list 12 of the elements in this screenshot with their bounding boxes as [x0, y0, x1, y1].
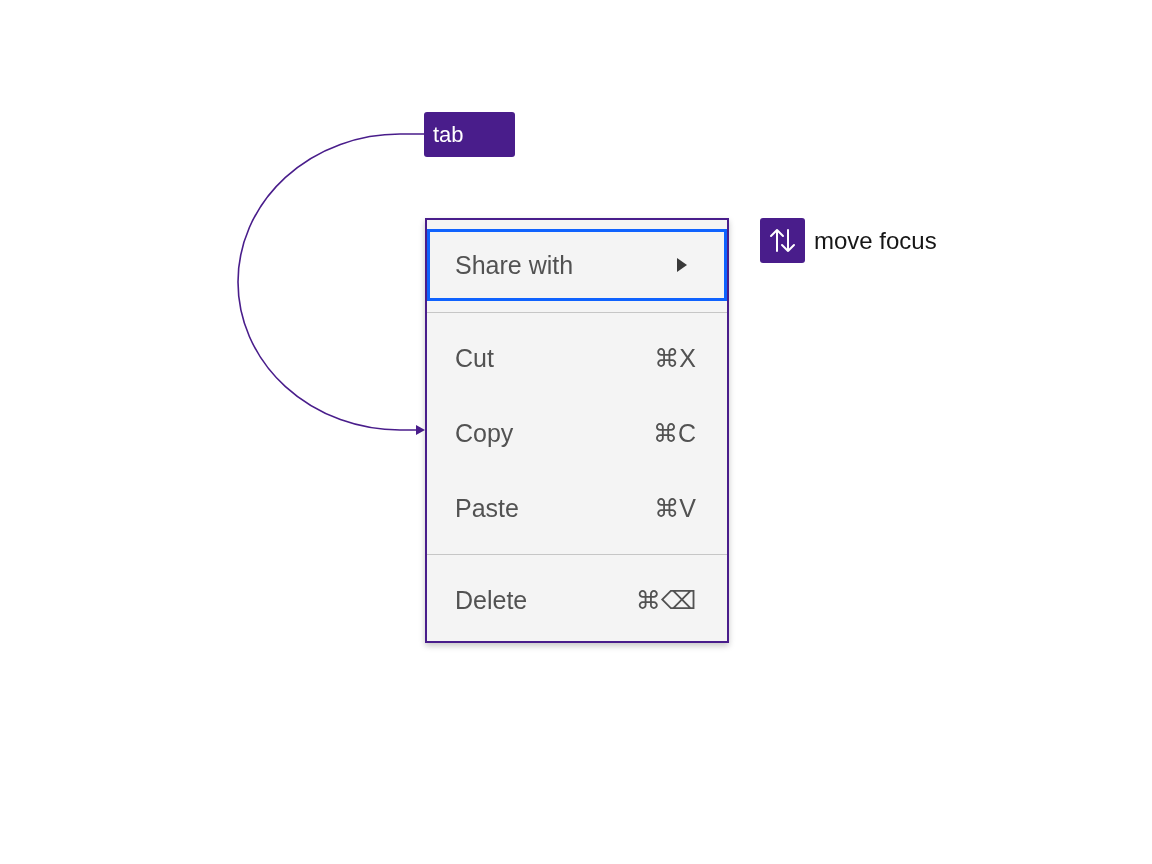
- menu-item[interactable]: Share with: [427, 229, 727, 301]
- legend-label: move focus: [814, 226, 937, 255]
- keyboard-shortcut: ⌘C: [652, 419, 696, 448]
- key-badge: tab: [424, 112, 515, 157]
- menu-item[interactable]: Cut ⌘X: [427, 321, 727, 396]
- up-down-arrows-icon: [760, 218, 805, 263]
- menu-item[interactable]: Copy ⌘C: [427, 396, 727, 471]
- keyboard-shortcut: ⌘X: [654, 344, 696, 373]
- keyboard-shortcut: ⌘V: [654, 494, 696, 523]
- menu-item[interactable]: Paste ⌘V: [427, 471, 727, 546]
- keyboard-shortcut: ⌘⌫: [635, 586, 696, 615]
- menu-item[interactable]: Delete ⌘⌫: [427, 563, 727, 638]
